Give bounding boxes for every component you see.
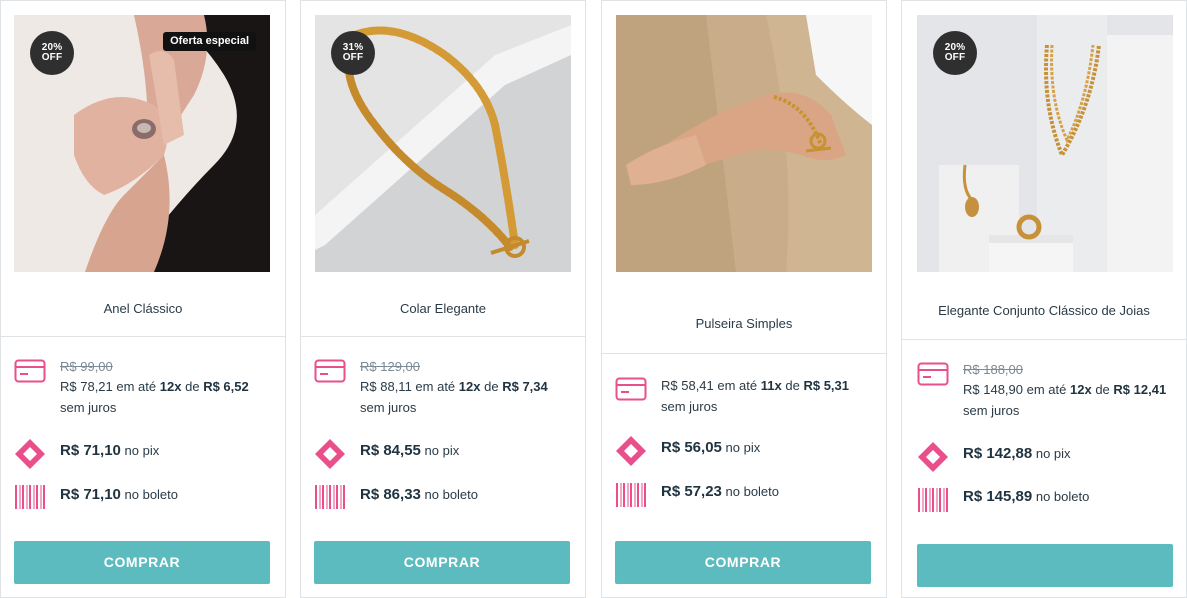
- product-card: Pulseira Simples R$ 58,41 em até 11x de …: [601, 0, 887, 598]
- installment-value: R$ 6,52: [203, 379, 249, 394]
- pix-price: R$ 56,05: [661, 439, 722, 456]
- buy-button[interactable]: COMPRAR: [314, 541, 570, 584]
- installment-count: 11x: [760, 378, 782, 393]
- boleto-label: no boleto: [424, 487, 479, 502]
- boleto-label: no boleto: [124, 487, 179, 502]
- barcode-icon: [616, 483, 646, 507]
- credit-card-icon: [314, 359, 346, 383]
- pix-label: no pix: [424, 443, 460, 458]
- installment-text: de: [484, 379, 499, 394]
- pix-icon: [918, 442, 948, 472]
- installment-price: R$ 78,21: [60, 379, 113, 394]
- product-image[interactable]: [616, 15, 872, 272]
- product-title[interactable]: Colar Elegante: [301, 301, 585, 316]
- installment-text: de: [185, 379, 200, 394]
- pix-icon: [616, 436, 646, 466]
- buy-button[interactable]: COMPRAR: [14, 541, 270, 584]
- old-price: R$ 129,00: [360, 359, 420, 374]
- no-interest-label: sem juros: [360, 400, 417, 415]
- credit-card-icon: [917, 362, 949, 386]
- divider: [301, 336, 585, 337]
- installment-text: de: [1095, 382, 1110, 397]
- no-interest-label: sem juros: [60, 400, 117, 415]
- pix-icon: [315, 439, 345, 469]
- pix-icon: [15, 439, 45, 469]
- installment-text: de: [785, 378, 800, 393]
- barcode-icon: [15, 485, 45, 509]
- product-image[interactable]: 20% OFF Oferta especial: [14, 15, 270, 272]
- installment-count: 12x: [458, 379, 481, 394]
- product-title[interactable]: Elegante Conjunto Clássico de Joias: [902, 303, 1186, 318]
- installment-value: R$ 7,34: [502, 379, 548, 394]
- divider: [902, 339, 1186, 340]
- product-image[interactable]: 31% OFF: [315, 15, 571, 272]
- boleto-price: R$ 57,23: [661, 483, 722, 500]
- installment-count: 12x: [1070, 382, 1092, 397]
- pix-price: R$ 71,10: [60, 442, 121, 459]
- pix-label: no pix: [725, 440, 761, 455]
- no-interest-label: sem juros: [661, 399, 718, 414]
- installment-value: R$ 12,41: [1113, 382, 1167, 397]
- installment-text: em até: [116, 379, 157, 394]
- divider: [602, 353, 886, 354]
- buy-button[interactable]: [917, 544, 1173, 587]
- pix-label: no pix: [124, 443, 160, 458]
- old-price: R$ 188,00: [963, 362, 1023, 377]
- installment-count: 12x: [159, 379, 182, 394]
- installment-price: R$ 148,90: [963, 382, 1023, 397]
- product-card: 20% OFF Oferta especial Anel Clássico R$ …: [0, 0, 286, 598]
- product-card: 20% OFF Elegante Conjunto Clássico de Joi…: [901, 0, 1187, 598]
- boleto-price: R$ 145,89: [963, 488, 1033, 505]
- installment-price: R$ 88,11: [360, 379, 412, 394]
- buy-button[interactable]: COMPRAR: [615, 541, 871, 584]
- installment-value: R$ 5,31: [803, 378, 850, 393]
- pix-price: R$ 142,88: [963, 445, 1033, 462]
- no-interest-label: sem juros: [963, 403, 1020, 418]
- discount-badge: 20% OFF: [30, 31, 74, 75]
- barcode-icon: [315, 485, 345, 509]
- credit-card-icon: [615, 377, 647, 401]
- credit-card-icon: [14, 359, 46, 383]
- barcode-icon: [918, 488, 948, 512]
- special-offer-badge: Oferta especial: [163, 32, 256, 51]
- boleto-price: R$ 71,10: [60, 486, 121, 503]
- product-title[interactable]: Pulseira Simples: [602, 316, 886, 331]
- pix-label: no pix: [1035, 446, 1071, 461]
- divider: [1, 336, 285, 337]
- product-card: 31% OFF Colar Elegante R$ 129,00 R$ 88,11…: [300, 0, 586, 598]
- product-title[interactable]: Anel Clássico: [1, 301, 285, 316]
- pix-price: R$ 84,55: [360, 442, 421, 459]
- boleto-label: no boleto: [725, 484, 780, 499]
- old-price: R$ 99,00: [60, 359, 113, 374]
- installment-text: em até: [1026, 382, 1067, 397]
- installment-text: em até: [415, 379, 456, 394]
- discount-badge: 20% OFF: [933, 31, 977, 75]
- product-image[interactable]: 20% OFF: [917, 15, 1173, 272]
- boleto-label: no boleto: [1035, 489, 1090, 504]
- boleto-price: R$ 86,33: [360, 486, 421, 503]
- installment-text: em até: [717, 378, 758, 393]
- installment-price: R$ 58,41: [661, 378, 714, 393]
- discount-badge: 31% OFF: [331, 31, 375, 75]
